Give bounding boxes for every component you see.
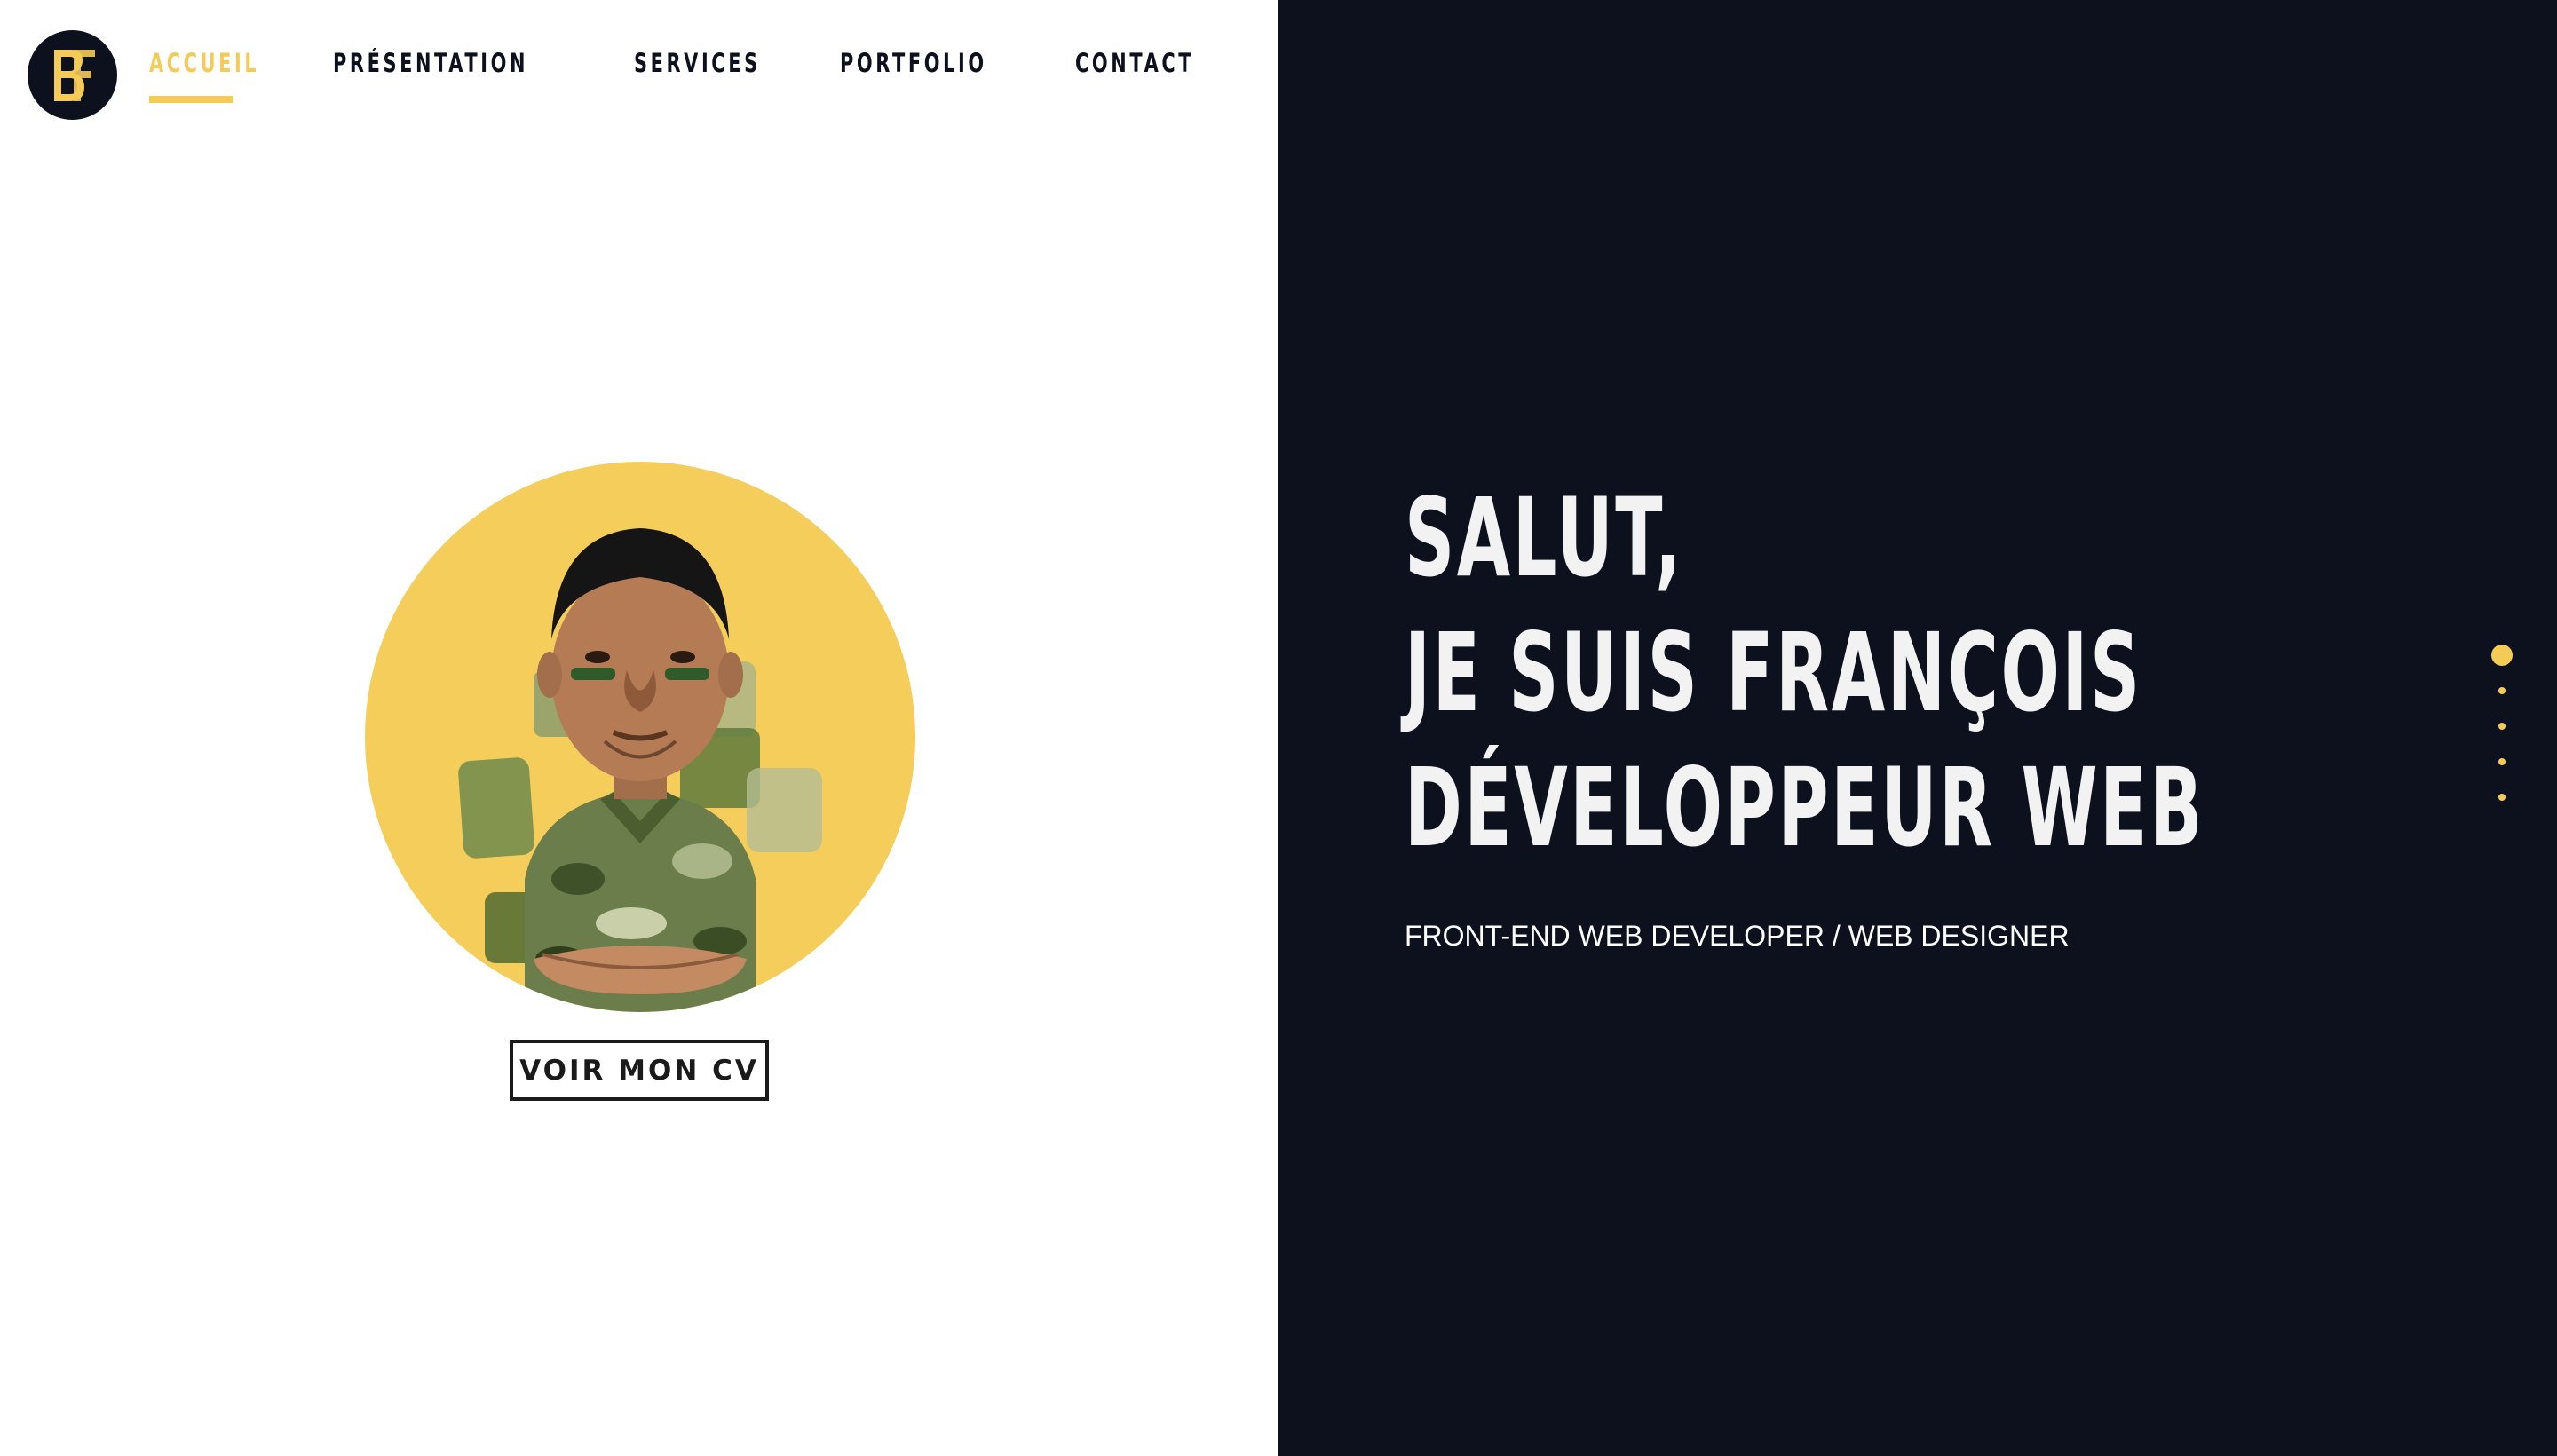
nav-active-indicator [149,96,233,103]
site-logo[interactable] [28,30,117,120]
hero-subtitle: FRONT-END WEB DEVELOPER / WEB DESIGNER [1405,920,2070,952]
slide-dot-2[interactable] [2498,687,2506,694]
cartoon-avatar-portrait-icon [458,528,822,1012]
nav-item-presentation[interactable]: PRÉSENTATION [333,48,528,78]
left-pane: ACCUEIL PRÉSENTATION SERVICES PORTFOLIO … [0,0,1278,1456]
slide-dot-5[interactable] [2498,794,2506,801]
view-cv-button[interactable]: VOIR MON CV [510,1040,769,1101]
slide-dot-1[interactable] [2491,645,2513,666]
avatar [365,462,915,1012]
nav-item-contact[interactable]: CONTACT [1075,48,1194,78]
bf-monogram-logo-icon [53,49,95,101]
nav-item-accueil[interactable]: ACCUEIL [149,48,259,78]
hero-line-role: DÉVELOPPEUR WEB [1405,745,2205,871]
hero-line-greeting: SALUT, [1405,475,1684,601]
right-pane: SALUT, JE SUIS FRANÇOIS DÉVELOPPEUR WEB … [1278,0,2557,1456]
main-nav: ACCUEIL PRÉSENTATION SERVICES PORTFOLIO … [149,48,1271,78]
page: ACCUEIL PRÉSENTATION SERVICES PORTFOLIO … [0,0,2557,1456]
slide-dot-3[interactable] [2498,723,2506,730]
nav-item-portfolio[interactable]: PORTFOLIO [840,48,987,78]
nav-item-services[interactable]: SERVICES [634,48,761,78]
hero-heading: SALUT, JE SUIS FRANÇOIS DÉVELOPPEUR WEB [1405,471,2557,875]
hero-line-name: JE SUIS FRANÇOIS [1405,610,2142,736]
slide-dot-4[interactable] [2498,758,2506,765]
